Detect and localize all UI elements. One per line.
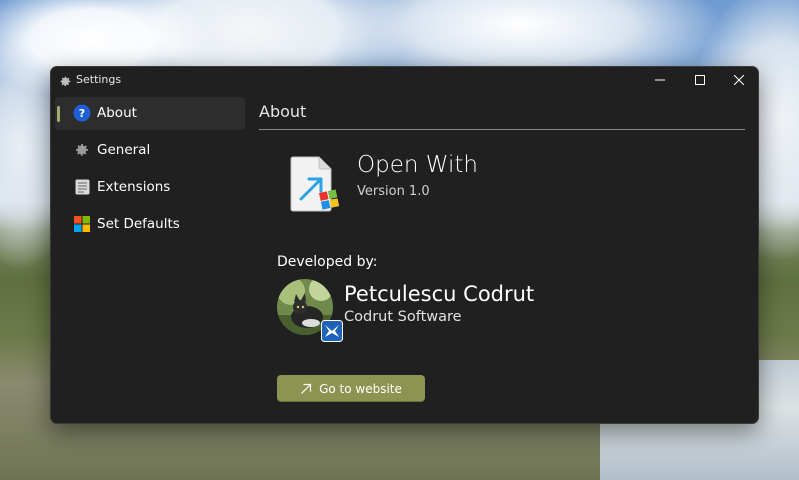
nav-item-set-defaults[interactable]: Set Defaults [55,208,245,241]
app-name: Open With [357,152,478,178]
svg-text:?: ? [79,107,85,120]
minimize-button[interactable] [641,67,679,93]
nav-item-about[interactable]: ? About [55,97,245,130]
windows-logo-icon [73,215,91,233]
selection-indicator [57,106,60,122]
nav-item-extensions[interactable]: Extensions [55,171,245,204]
nav-item-label: Set Defaults [97,216,180,232]
nav-item-label: About [97,105,137,121]
close-button[interactable] [720,67,758,93]
codrut-software-logo-icon [321,320,343,342]
about-icon: ? [73,104,91,122]
window-title: Settings [76,73,122,86]
developed-by-label: Developed by: [277,254,378,270]
gear-icon [73,141,91,159]
page-title: About [259,102,307,121]
document-list-icon [73,178,91,196]
gear-icon [59,73,72,87]
maximize-button[interactable] [681,67,719,93]
nav-item-label: General [97,142,151,158]
settings-navigation: ? About General Extensions Set Defaults [55,97,245,245]
nav-item-label: Extensions [97,179,171,195]
app-version: Version 1.0 [357,184,430,199]
open-with-app-icon [289,155,340,213]
title-bar[interactable]: Settings [51,67,758,93]
page-divider [259,129,745,130]
external-arrow-icon [300,383,312,395]
developer-name: Petculescu Codrut [344,282,535,306]
settings-window: Settings ? About General Extensions Set … [50,66,759,424]
nav-item-general[interactable]: General [55,134,245,167]
go-to-website-label: Go to website [319,381,402,396]
go-to-website-button[interactable]: Go to website [277,375,425,402]
developer-company: Codrut Software [344,309,462,325]
